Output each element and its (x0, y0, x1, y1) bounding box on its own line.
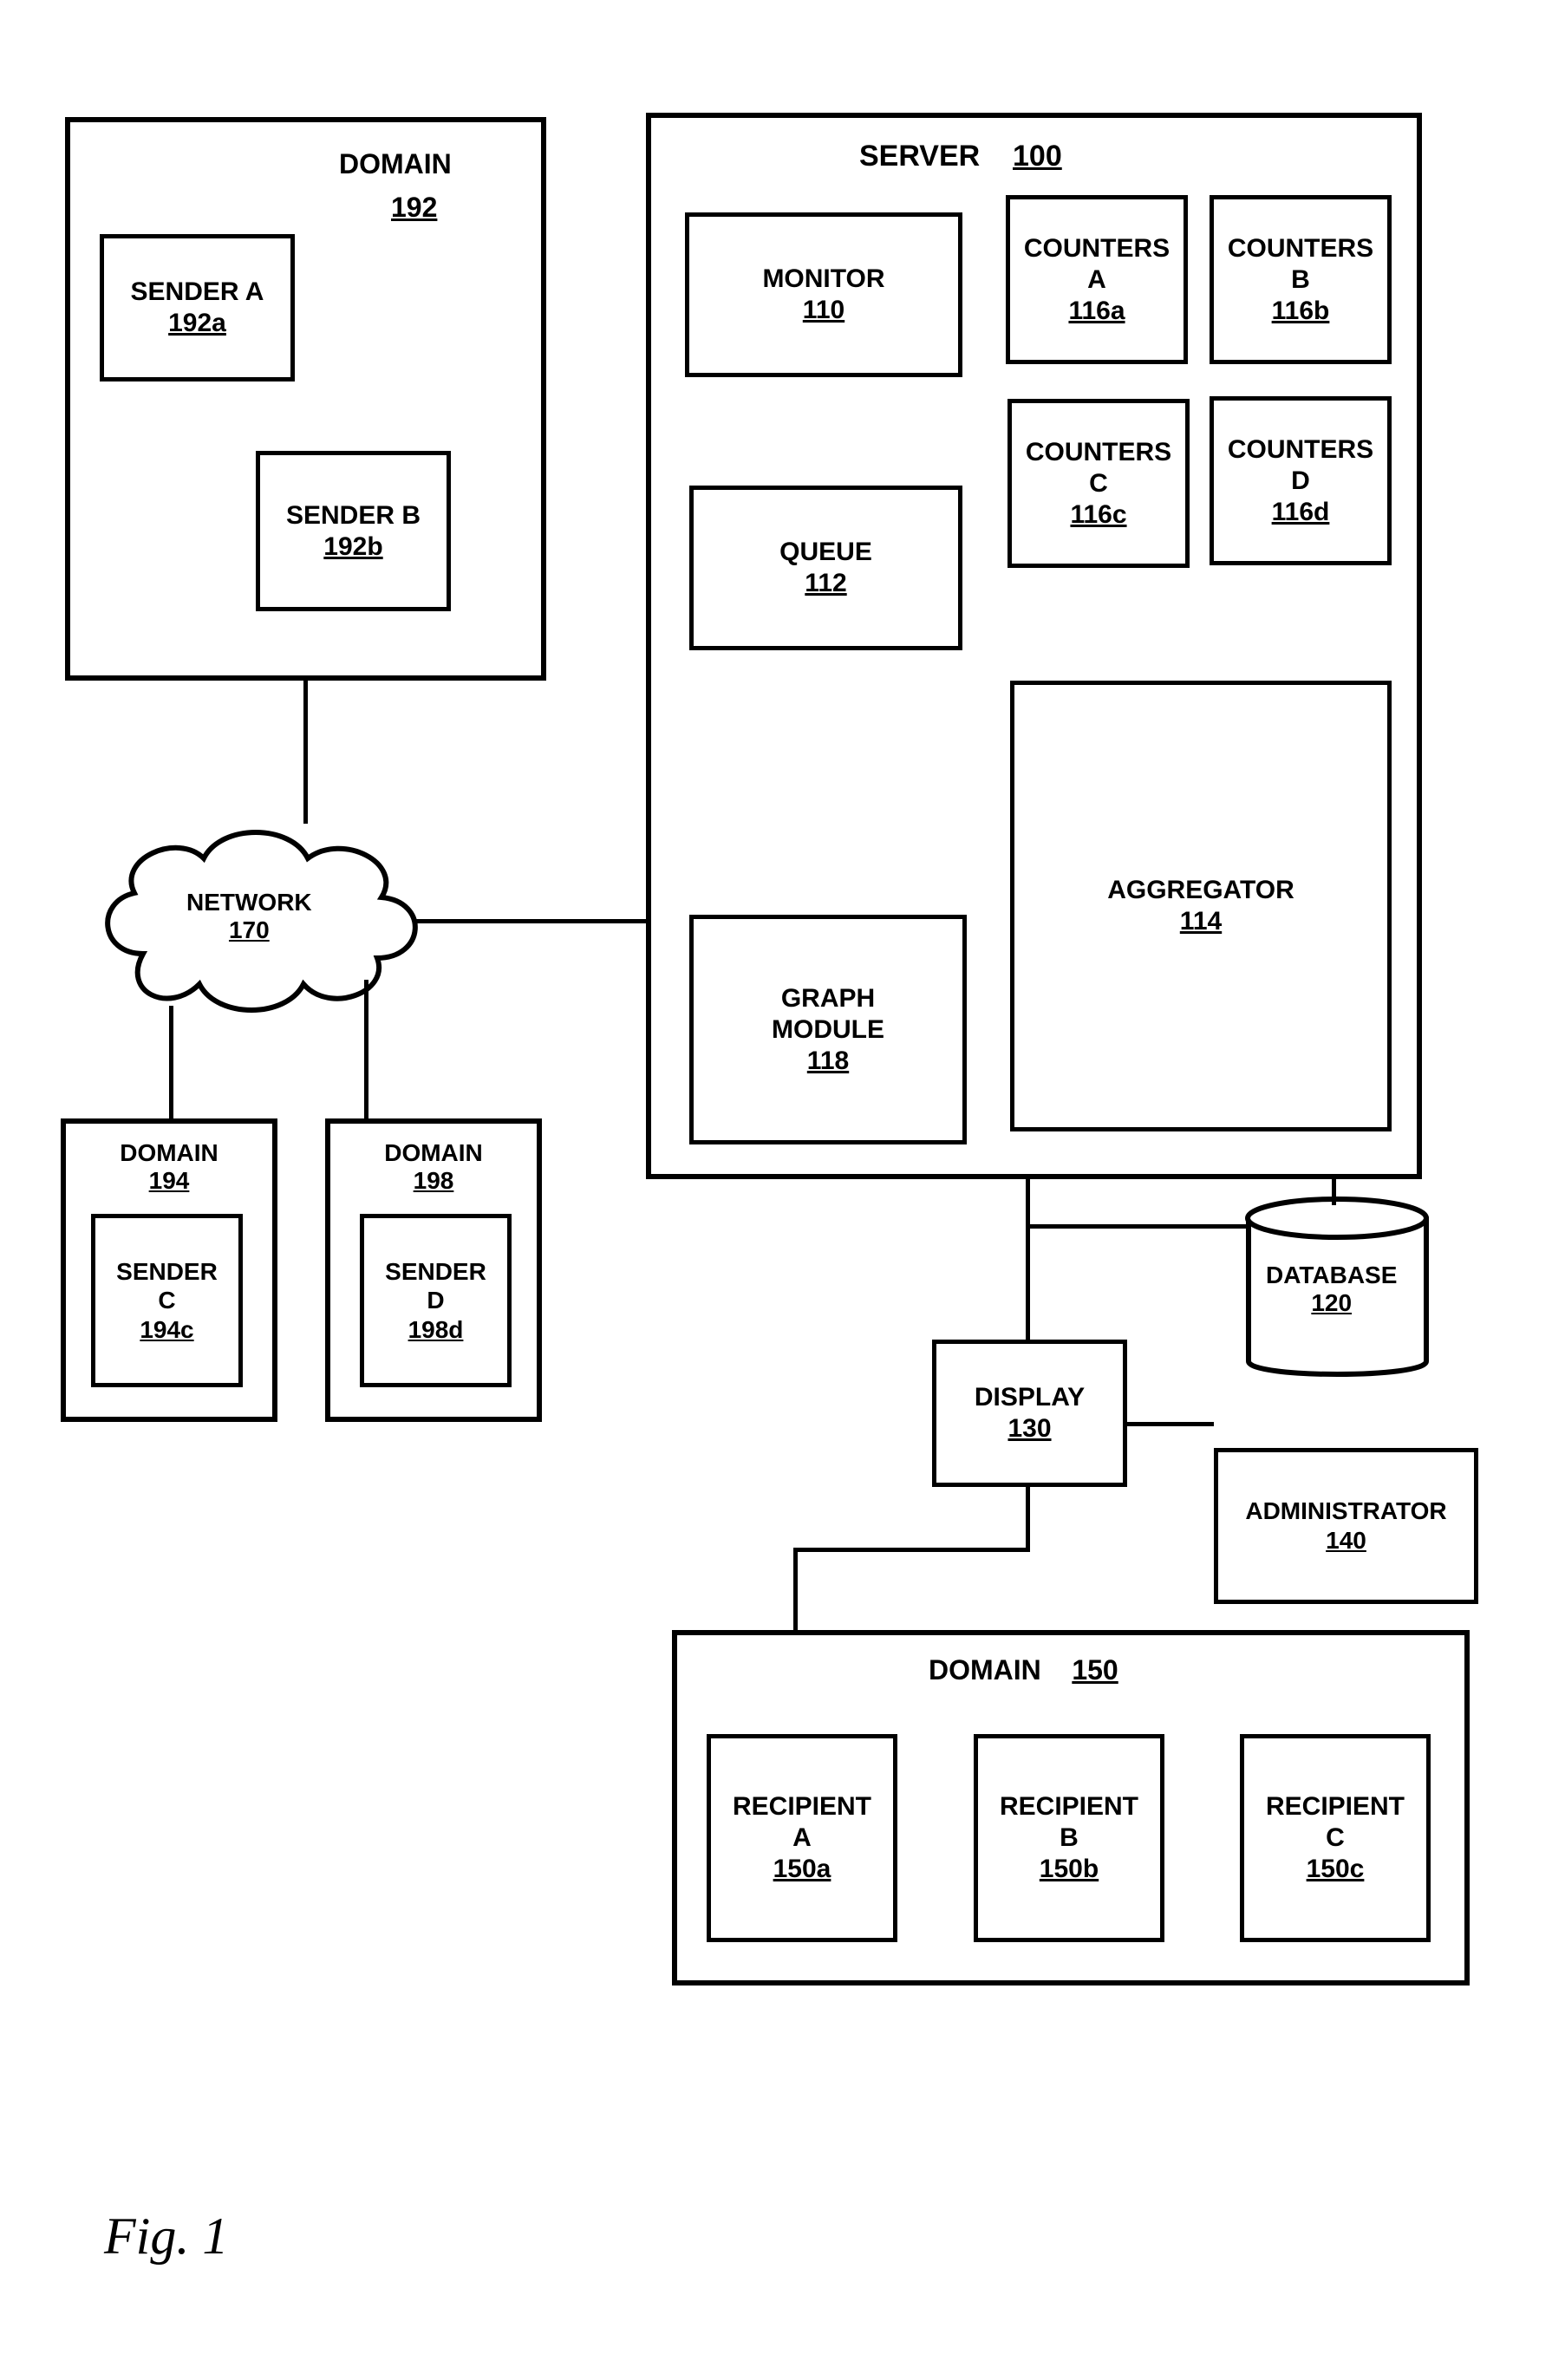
recipient-b: RECIPIENT B 150b (974, 1734, 1164, 1942)
counters-b: COUNTERS B 116b (1210, 195, 1392, 364)
counters-d: COUNTERS D 116d (1210, 396, 1392, 565)
domain-198-title: DOMAIN 198 (330, 1139, 537, 1195)
domain-194-ref: 194 (66, 1167, 272, 1195)
queue: QUEUE 112 (689, 486, 962, 650)
sender-c-line2: C (158, 1286, 175, 1315)
network-ref: 170 (186, 916, 312, 944)
counters-c: COUNTERS C 116c (1007, 399, 1190, 568)
sender-d-title: SENDER (385, 1257, 486, 1287)
network-title: NETWORK (186, 889, 312, 916)
counters-d-line2: D (1291, 466, 1310, 497)
counters-a: COUNTERS A 116a (1006, 195, 1188, 364)
recipient-a-title: RECIPIENT (733, 1791, 871, 1822)
counters-d-title: COUNTERS (1228, 434, 1373, 466)
display-title: DISPLAY (975, 1382, 1085, 1413)
sender-c: SENDER C 194c (91, 1214, 243, 1387)
connector-network-domain194 (169, 1006, 173, 1118)
domain-198-title-text: DOMAIN (330, 1139, 537, 1167)
domain-192-title: DOMAIN (339, 148, 452, 180)
sender-a: SENDER A 192a (100, 234, 295, 381)
connector-trunk-domain150-h (793, 1548, 1030, 1552)
connector-network-domain198 (364, 980, 368, 1118)
recipient-b-line2: B (1060, 1822, 1079, 1854)
sender-b-ref: 192b (323, 531, 382, 563)
database-ref: 120 (1266, 1289, 1397, 1317)
counters-b-ref: 116b (1272, 296, 1330, 327)
sender-d-line2: D (427, 1286, 444, 1315)
queue-ref: 112 (805, 568, 846, 599)
recipient-b-title: RECIPIENT (1000, 1791, 1138, 1822)
domain-194-title-text: DOMAIN (66, 1139, 272, 1167)
recipient-c-title: RECIPIENT (1266, 1791, 1405, 1822)
database-label: DATABASE 120 (1266, 1262, 1397, 1317)
monitor-ref: 110 (803, 295, 844, 326)
domain-150-ref: 150 (1072, 1654, 1118, 1686)
connector-display-admin (1127, 1422, 1214, 1426)
administrator-ref: 140 (1326, 1526, 1366, 1555)
aggregator: AGGREGATOR 114 (1010, 681, 1392, 1131)
monitor: MONITOR 110 (685, 212, 962, 377)
counters-b-title: COUNTERS (1228, 233, 1373, 264)
connector-server-database-v (1332, 1179, 1336, 1205)
counters-c-title: COUNTERS (1026, 437, 1171, 468)
sender-d: SENDER D 198d (360, 1214, 512, 1387)
server-title-text: SERVER (859, 140, 980, 173)
monitor-title: MONITOR (762, 264, 884, 295)
counters-a-title: COUNTERS (1024, 233, 1170, 264)
administrator: ADMINISTRATOR 140 (1214, 1448, 1478, 1604)
domain-194-title: DOMAIN 194 (66, 1139, 272, 1195)
sender-c-ref: 194c (140, 1315, 193, 1345)
recipient-a-ref: 150a (773, 1854, 831, 1885)
recipient-a-line2: A (792, 1822, 812, 1854)
server-ref: 100 (1013, 140, 1062, 173)
display-ref: 130 (1007, 1413, 1051, 1444)
connector-network-server (416, 919, 646, 923)
counters-a-ref: 116a (1068, 296, 1125, 327)
administrator-title: ADMINISTRATOR (1245, 1496, 1446, 1526)
domain-192-ref-text: 192 (391, 192, 437, 223)
graph-ref: 118 (807, 1046, 849, 1077)
connector-trunk-domain150-v (793, 1548, 798, 1630)
recipient-a: RECIPIENT A 150a (707, 1734, 897, 1942)
sender-a-title: SENDER A (131, 277, 264, 308)
aggregator-title: AGGREGATOR (1107, 875, 1294, 906)
recipient-c: RECIPIENT C 150c (1240, 1734, 1431, 1942)
figure-caption: Fig. 1 (104, 2207, 228, 2266)
domain-150-title-text: DOMAIN (929, 1654, 1041, 1686)
counters-d-ref: 116d (1272, 497, 1330, 528)
graph-title: GRAPH MODULE (754, 983, 902, 1046)
graph-module: GRAPH MODULE 118 (689, 915, 967, 1144)
counters-b-line2: B (1291, 264, 1310, 296)
sender-b-title: SENDER B (286, 500, 421, 531)
domain-150-title: DOMAIN 150 (929, 1654, 1118, 1686)
counters-c-ref: 116c (1070, 499, 1126, 531)
queue-title: QUEUE (779, 537, 872, 568)
domain-198-ref: 198 (330, 1167, 537, 1195)
connector-server-trunk (1026, 1179, 1030, 1340)
recipient-b-ref: 150b (1040, 1854, 1099, 1885)
sender-c-title: SENDER (116, 1257, 218, 1287)
aggregator-ref: 114 (1180, 906, 1222, 937)
sender-b: SENDER B 192b (256, 451, 451, 611)
counters-c-line2: C (1089, 468, 1108, 499)
figure-caption-text: Fig. 1 (104, 2207, 228, 2265)
sender-d-ref: 198d (408, 1315, 464, 1345)
domain-192-title-text: DOMAIN (339, 148, 452, 179)
connector-domain192-network (303, 681, 308, 824)
recipient-c-ref: 150c (1307, 1854, 1365, 1885)
database-title: DATABASE (1266, 1262, 1397, 1289)
domain-192-ref: 192 (391, 192, 437, 224)
sender-a-ref: 192a (168, 308, 226, 339)
recipient-c-line2: C (1326, 1822, 1345, 1854)
server-title: SERVER 100 (859, 140, 1062, 173)
connector-server-database-h (1030, 1224, 1251, 1229)
counters-a-line2: A (1087, 264, 1106, 296)
display: DISPLAY 130 (932, 1340, 1127, 1487)
network-label: NETWORK 170 (186, 889, 312, 944)
connector-display-bus (1026, 1487, 1030, 1552)
